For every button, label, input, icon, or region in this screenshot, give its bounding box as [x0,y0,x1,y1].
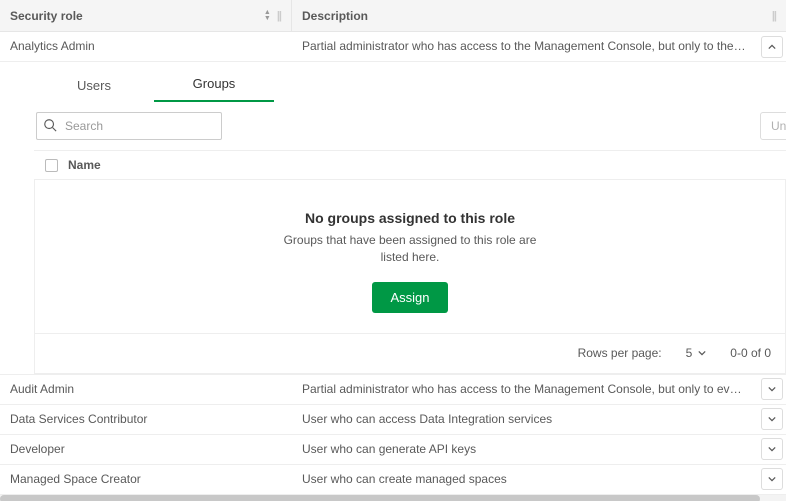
empty-state-title: No groups assigned to this role [45,210,775,226]
expanded-panel: Users Groups Unassign Name No groups ass… [0,62,786,375]
groups-table-header: Name [34,150,786,180]
cell-role: Data Services Contributor [0,405,292,434]
scroll-viewport[interactable]: Security role ▲▼ || Description || Analy… [0,0,800,501]
resize-handle-icon[interactable]: || [772,10,776,22]
search-icon [43,118,57,135]
cell-description: User who can access Data Integration ser… [292,405,758,434]
expand-row-button[interactable] [761,468,783,490]
cell-description: Partial administrator who has access to … [292,32,758,61]
column-header-security-role[interactable]: Security role ▲▼ || [0,0,292,31]
cell-role: Managed Space Creator [0,465,292,494]
sort-icon[interactable]: ▲▼ [264,10,271,22]
empty-state-message: Groups that have been assigned to this r… [270,232,550,266]
horizontal-scrollbar[interactable] [0,495,786,501]
tabs: Users Groups [34,62,786,102]
cell-description: User who can create managed spaces [292,465,758,494]
unassign-button[interactable]: Unassign [760,112,786,140]
table-row: Audit AdminPartial administrator who has… [0,375,786,405]
tab-users[interactable]: Users [34,68,154,102]
table-header-row: Security role ▲▼ || Description || [0,0,786,32]
assign-button[interactable]: Assign [372,282,447,313]
table-row: DeveloperUser who can generate API keys [0,435,786,465]
cell-description: User who can generate API keys [292,435,758,464]
chevron-down-icon [768,475,776,483]
column-header-label: Security role [10,9,83,23]
cell-role: Analytics Admin [0,32,292,61]
column-header-description[interactable]: Description || [292,0,786,31]
cell-role: Audit Admin [0,375,292,404]
chevron-down-icon [768,385,776,393]
cell-description: Partial administrator who has access to … [292,375,758,404]
table-row-expanded: Analytics Admin Partial administrator wh… [0,32,786,62]
unassign-button-clipped: Unassign [760,112,786,140]
search-input[interactable] [36,112,222,140]
column-header-label: Description [302,9,368,23]
collapse-row-button[interactable] [761,36,783,58]
expand-row-button[interactable] [761,408,783,430]
rows-per-page-label: Rows per page: [578,346,662,360]
inner-pagination: Rows per page: 5 0-0 of 0 [34,334,786,374]
rows-per-page-select[interactable]: 5 [686,346,707,360]
chevron-down-icon [768,445,776,453]
table-row: Data Services ContributorUser who can ac… [0,405,786,435]
resize-handle-icon[interactable]: || [277,10,281,22]
column-header-name: Name [68,158,101,172]
search-field-wrap [36,112,222,140]
cell-role: Developer [0,435,292,464]
toolbar: Unassign [34,102,786,150]
select-all-checkbox[interactable] [34,159,68,172]
expand-row-button[interactable] [761,378,783,400]
chevron-down-icon [698,349,706,357]
expand-row-button[interactable] [761,438,783,460]
chevron-down-icon [768,415,776,423]
chevron-up-icon [768,43,776,51]
table-row: Managed Space CreatorUser who can create… [0,465,786,495]
rows-range-label: 0-0 of 0 [730,346,771,360]
scrollbar-thumb[interactable] [0,495,760,501]
tab-groups[interactable]: Groups [154,66,274,102]
empty-state: No groups assigned to this role Groups t… [34,180,786,334]
rows-per-page-value: 5 [686,346,693,360]
